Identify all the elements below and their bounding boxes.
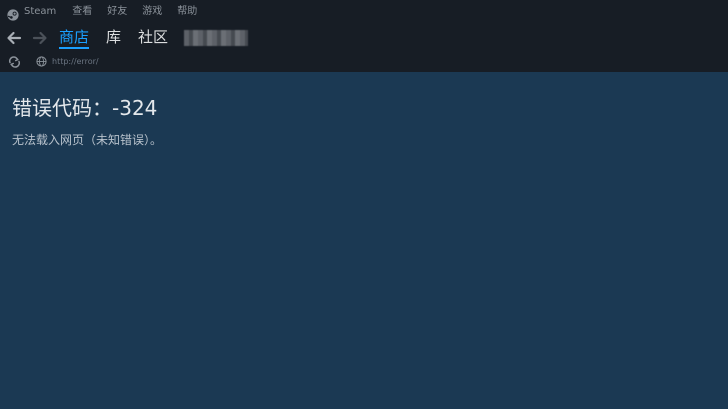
- url-bar: http://error/: [0, 51, 728, 72]
- menu-bar: Steam 查看 好友 游戏 帮助: [0, 0, 728, 24]
- page-content: 错误代码：-324 无法载入网页（未知错误）。: [0, 72, 728, 409]
- reload-icon: [8, 55, 20, 68]
- menu-steam-label: Steam: [24, 6, 57, 17]
- menu-view[interactable]: 查看: [72, 0, 92, 24]
- globe-icon: [35, 56, 47, 68]
- tab-library[interactable]: 库: [106, 24, 121, 51]
- steam-logo-icon: [7, 6, 19, 21]
- menu-friends[interactable]: 好友: [107, 0, 127, 24]
- menu-games[interactable]: 游戏: [142, 0, 162, 24]
- menu-steam[interactable]: Steam: [7, 0, 56, 24]
- menu-help[interactable]: 帮助: [177, 0, 197, 24]
- url-text[interactable]: http://error/: [52, 57, 99, 66]
- error-title: 错误代码：-324: [12, 96, 158, 120]
- arrow-left-icon: [7, 31, 22, 44]
- username-blurred[interactable]: [184, 29, 249, 46]
- title-bar: Steam 查看 好友 游戏 帮助 商店 库 社区 http://error/: [0, 0, 728, 72]
- nav-bar: 商店 库 社区: [0, 24, 728, 51]
- back-button[interactable]: [5, 29, 23, 47]
- arrow-right-icon: [32, 31, 47, 44]
- error-message: 无法载入网页（未知错误）。: [12, 133, 163, 147]
- tab-community[interactable]: 社区: [138, 24, 168, 51]
- tab-store[interactable]: 商店: [59, 24, 90, 51]
- reload-button[interactable]: [7, 55, 21, 69]
- forward-button[interactable]: [31, 29, 49, 47]
- steam-window: Steam 查看 好友 游戏 帮助 商店 库 社区 http://error/ …: [0, 0, 728, 409]
